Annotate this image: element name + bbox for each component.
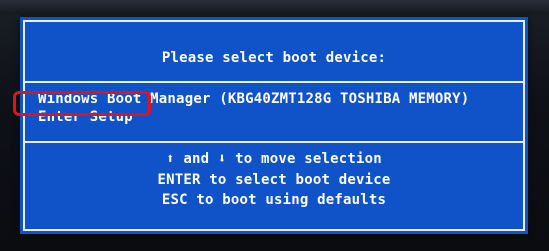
- help-and: and: [174, 151, 218, 167]
- monitor-bezel: [0, 0, 549, 14]
- down-arrow-icon: ⬇: [217, 151, 227, 167]
- screen: Please select boot device: Windows Boot …: [0, 0, 549, 251]
- help-text: ⬆ and ⬇ to move selection ENTER to selec…: [20, 149, 528, 211]
- help-line-esc: ESC to boot using defaults: [161, 192, 387, 208]
- boot-menu-dialog: Please select boot device: Windows Boot …: [20, 17, 528, 234]
- help-move-selection: to move selection: [226, 151, 382, 167]
- help-line-navigate: ⬆ and ⬇ to move selection: [20, 149, 528, 170]
- selection-highlight-annotation: [13, 91, 151, 116]
- help-divider: [23, 141, 525, 143]
- help-line-enter: ENTER to select boot device: [157, 171, 391, 188]
- up-arrow-icon: ⬆: [166, 151, 175, 167]
- title-divider: [23, 81, 525, 83]
- dialog-title: Please select boot device:: [161, 50, 387, 66]
